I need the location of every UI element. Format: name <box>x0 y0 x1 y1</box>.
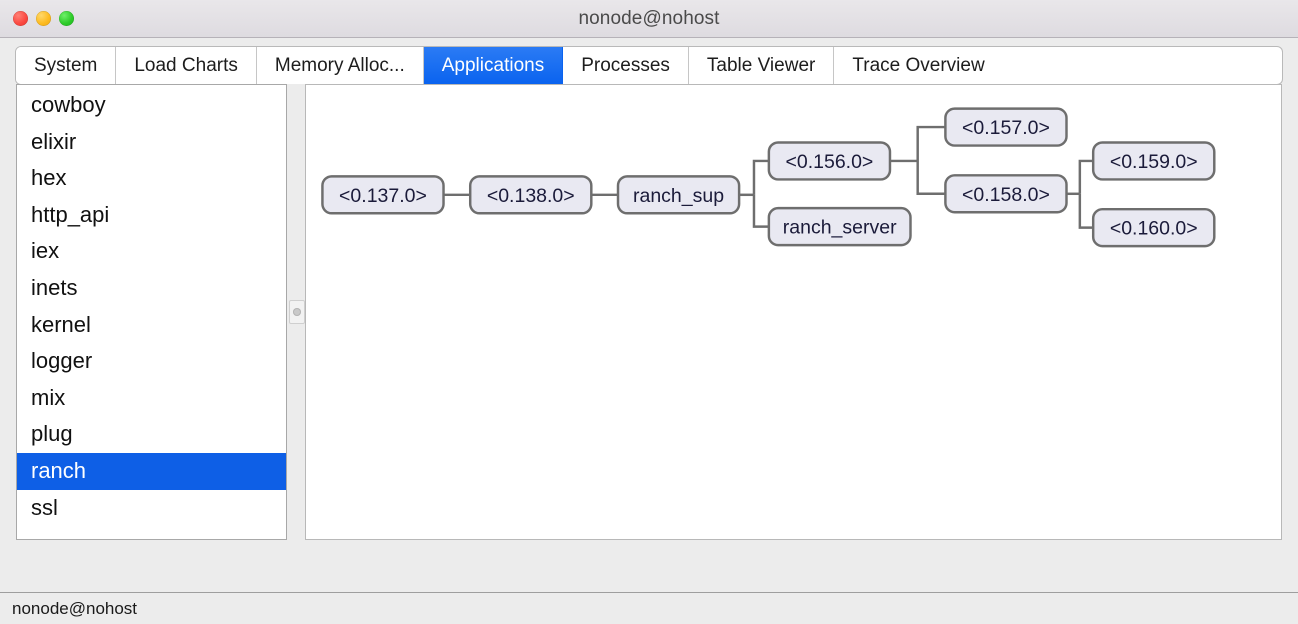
tab-table-viewer[interactable]: Table Viewer <box>688 47 835 84</box>
edge-ranch_sup-ranch_server <box>752 194 769 228</box>
pane-splitter[interactable] <box>287 84 305 540</box>
splitter-handle-icon[interactable] <box>289 300 305 324</box>
tab-bar: System Load Charts Memory Alloc... Applicat… <box>16 47 1282 84</box>
node-label: <0.138.0> <box>487 185 575 207</box>
title-bar: nonode@nohost <box>0 0 1298 38</box>
split-panes: cowboy elixir hex http_api iex inets kernel log… <box>16 84 1282 540</box>
node-label: ranch_server <box>783 217 897 239</box>
process-node-ranch_sup[interactable]: ranch_sup <box>616 175 741 215</box>
list-item[interactable]: elixir <box>17 124 286 161</box>
node-label: <0.157.0> <box>962 117 1050 139</box>
list-item[interactable]: plug <box>17 416 286 453</box>
applications-list[interactable]: cowboy elixir hex http_api iex inets kernel log… <box>16 84 287 540</box>
process-node-n159[interactable]: <0.159.0> <box>1091 141 1216 181</box>
list-item[interactable]: inets <box>17 270 286 307</box>
status-bar-text: nonode@nohost <box>12 598 138 618</box>
tab-applications[interactable]: Applications <box>423 47 564 84</box>
list-item[interactable]: iex <box>17 233 286 270</box>
process-node-n138[interactable]: <0.138.0> <box>468 175 593 215</box>
edge-n158-n159 <box>1078 159 1094 194</box>
tab-load-charts[interactable]: Load Charts <box>116 47 257 84</box>
minimize-button[interactable] <box>36 11 51 26</box>
zoom-button[interactable] <box>59 11 74 26</box>
process-node-n157[interactable]: <0.157.0> <box>944 107 1068 147</box>
tab-bar-container: System Load Charts Memory Alloc... Applicat… <box>0 38 1298 84</box>
process-node-n158[interactable]: <0.158.0> <box>944 174 1068 214</box>
process-tree-diagram: <0.137.0> <0.138.0> ranch_sup <0.156.0> ranc… <box>321 107 1216 248</box>
process-node-n160[interactable]: <0.160.0> <box>1091 207 1216 248</box>
node-label: <0.137.0> <box>339 185 427 207</box>
list-item[interactable]: mix <box>17 380 286 417</box>
edge-n156-n158 <box>916 160 946 196</box>
process-tree-pane[interactable]: <0.137.0> <0.138.0> ranch_sup <0.156.0> ranc… <box>305 84 1282 540</box>
list-item[interactable]: http_api <box>17 197 286 234</box>
edge-n156-n157 <box>916 125 946 161</box>
application-window: nonode@nohost System Load Charts Memory Al… <box>0 0 1298 624</box>
list-item[interactable]: cowboy <box>17 87 286 124</box>
tab-memory-alloc[interactable]: Memory Alloc... <box>256 47 424 84</box>
process-node-ranch_server[interactable]: ranch_server <box>767 206 912 247</box>
node-label: ranch_sup <box>633 185 724 207</box>
tab-system[interactable]: System <box>16 47 117 84</box>
tab-trace-overview[interactable]: Trace Overview <box>834 47 1003 84</box>
process-node-n137[interactable]: <0.137.0> <box>321 175 445 215</box>
edge-ranch_sup-n156 <box>752 159 769 195</box>
list-item[interactable]: logger <box>17 343 286 380</box>
list-item[interactable]: ranch <box>17 452 286 490</box>
list-item[interactable]: ssl <box>17 490 286 527</box>
status-bar: nonode@nohost <box>0 592 1298 624</box>
node-label: <0.156.0> <box>785 151 873 173</box>
node-label: <0.158.0> <box>962 184 1050 206</box>
window-title: nonode@nohost <box>578 7 720 29</box>
edge-n158-n160 <box>1078 193 1094 229</box>
node-label: <0.160.0> <box>1110 218 1198 240</box>
window-controls <box>13 11 74 26</box>
node-label: <0.159.0> <box>1110 151 1198 173</box>
list-item[interactable]: kernel <box>17 307 286 344</box>
list-item[interactable]: hex <box>17 160 286 197</box>
process-node-n156[interactable]: <0.156.0> <box>767 141 892 181</box>
close-button[interactable] <box>13 11 28 26</box>
content-area: cowboy elixir hex http_api iex inets kernel log… <box>0 84 1298 592</box>
tab-processes[interactable]: Processes <box>563 47 689 84</box>
